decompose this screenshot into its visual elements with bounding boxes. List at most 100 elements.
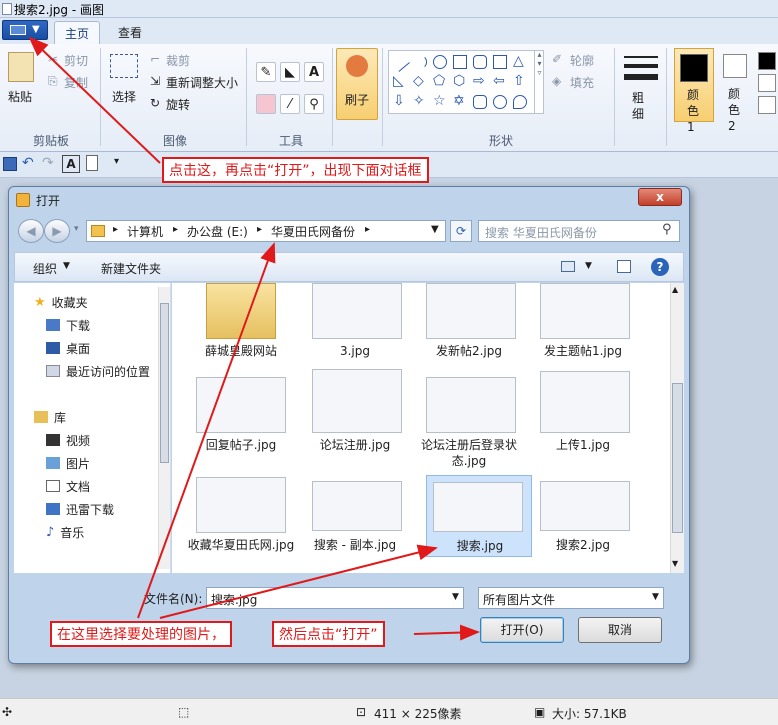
file-item[interactable]: 发主题帖1.jpg	[528, 283, 640, 361]
eraser-icon[interactable]	[256, 94, 276, 114]
scroll-up-icon[interactable]: ▲	[672, 285, 678, 294]
scroll-down-icon[interactable]: ▼	[672, 559, 678, 568]
nav-thunder[interactable]: 迅雷下载	[46, 498, 114, 520]
paste-button[interactable]: 粘贴	[8, 88, 32, 105]
tab-home[interactable]: 主页	[54, 21, 101, 44]
nav-documents[interactable]: 文档	[46, 475, 90, 497]
shapes-scroll[interactable]: ▴ ▾ ▿	[534, 50, 544, 114]
left-arrow-shape-icon[interactable]: ⇦	[493, 74, 507, 89]
view-icon[interactable]	[561, 261, 575, 272]
magnifier-icon[interactable]: ⚲	[304, 94, 324, 114]
right-arrow-shape-icon[interactable]: ⇨	[473, 74, 487, 89]
nav-pictures[interactable]: 图片	[46, 452, 90, 474]
color1-button[interactable]: 颜色 1	[674, 48, 714, 134]
size-button[interactable]: 粗细	[632, 90, 646, 122]
file-item[interactable]: 回复帖子.jpg	[186, 377, 298, 457]
customize-qat-icon[interactable]: ▾	[114, 156, 119, 167]
organize-button[interactable]: 组织	[33, 260, 57, 277]
rounded-rect-shape-icon[interactable]	[473, 55, 487, 69]
palette-swatch-empty[interactable]	[758, 96, 776, 114]
crop-button[interactable]: 裁剪	[166, 52, 190, 69]
callout-cloud-shape-icon[interactable]	[513, 95, 527, 109]
breadcrumb-folder[interactable]: 华夏田氏网备份	[271, 223, 355, 240]
redo-icon[interactable]: ↷	[42, 155, 54, 171]
line-shape-icon[interactable]	[390, 52, 410, 72]
file-item[interactable]: 发新帖2.jpg	[414, 283, 526, 361]
fill-button[interactable]: 填充	[570, 74, 594, 91]
resize-button[interactable]: 重新调整大小	[166, 74, 238, 91]
callout-rect-shape-icon[interactable]	[473, 95, 487, 109]
filename-input[interactable]: 搜索.jpg	[206, 587, 464, 609]
nav-downloads[interactable]: 下载	[46, 314, 90, 336]
polygon-shape-icon[interactable]	[493, 55, 507, 69]
search-input[interactable]: 搜索 华夏田氏网备份	[478, 220, 680, 242]
close-button[interactable]: x	[638, 188, 682, 206]
address-dropdown-icon[interactable]: ▼	[431, 224, 439, 235]
nav-music[interactable]: ♪ 音乐	[46, 521, 84, 543]
color2-button[interactable]: 颜色 2	[718, 48, 756, 133]
tab-view[interactable]: 查看	[108, 21, 152, 44]
select-button[interactable]: 选择	[112, 88, 136, 105]
nav-videos[interactable]: 视频	[46, 429, 90, 451]
preview-pane-icon[interactable]	[617, 260, 631, 273]
refresh-icon[interactable]: ⟳	[450, 220, 472, 242]
file-item-selected[interactable]: 搜索.jpg	[426, 475, 532, 557]
nav-favorites[interactable]: ★ 收藏夹	[34, 291, 88, 313]
file-item[interactable]: 3.jpg	[300, 283, 412, 361]
file-item[interactable]: 上传1.jpg	[528, 371, 640, 457]
search-icon[interactable]: ⚲	[662, 222, 672, 237]
view-dropdown-icon[interactable]: ▼	[585, 261, 592, 271]
file-list-scrollbar[interactable]: ▲ ▼	[670, 283, 684, 573]
breadcrumb-drive[interactable]: 办公盘 (E:)	[187, 223, 248, 240]
pencil-icon[interactable]: ✎	[256, 62, 276, 82]
scroll-thumb[interactable]	[672, 383, 683, 533]
file-item[interactable]: 薛城皇殿网站	[186, 283, 298, 361]
palette-swatch-black[interactable]	[758, 52, 776, 70]
rotate-button[interactable]: 旋转	[166, 96, 190, 113]
shapes-gallery[interactable]: △ ◺ ◇ ⬠ ⬡ ⇨ ⇦ ⇧ ⇩ ✧ ☆ ✡	[388, 50, 544, 114]
text-tool-icon[interactable]: A	[304, 62, 324, 82]
page-icon[interactable]	[86, 155, 98, 171]
file-item[interactable]: 论坛注册后登录状态.jpg	[414, 377, 526, 473]
down-arrow-shape-icon[interactable]: ⇩	[393, 94, 407, 109]
five-point-star-icon[interactable]: ☆	[433, 94, 447, 109]
curve-shape-icon[interactable]	[413, 55, 427, 69]
oval-shape-icon[interactable]	[433, 55, 447, 69]
forward-button[interactable]: ▶	[44, 219, 70, 243]
outline-button[interactable]: 轮廓	[570, 52, 594, 69]
nav-desktop[interactable]: 桌面	[46, 337, 90, 359]
color-picker-icon[interactable]: ⁄	[280, 94, 300, 114]
nav-scrollbar[interactable]	[158, 287, 170, 569]
six-point-star-icon[interactable]: ✡	[453, 94, 467, 109]
open-button[interactable]: 打开(O)	[480, 617, 564, 643]
copy-button[interactable]: 复制	[64, 74, 88, 91]
nav-libraries[interactable]: 库	[34, 406, 66, 428]
pentagon-shape-icon[interactable]: ⬠	[433, 74, 447, 89]
filetype-select[interactable]: 所有图片文件	[478, 587, 664, 609]
callout-oval-shape-icon[interactable]	[493, 95, 507, 109]
right-triangle-shape-icon[interactable]: ◺	[393, 74, 407, 89]
new-folder-button[interactable]: 新建文件夹	[101, 260, 161, 277]
paint-menu-button[interactable]: ▼	[2, 20, 48, 40]
file-item[interactable]: 搜索2.jpg	[528, 481, 640, 561]
file-item[interactable]: 论坛注册.jpg	[300, 369, 412, 457]
hexagon-shape-icon[interactable]: ⬡	[453, 74, 467, 89]
palette-swatch-white[interactable]	[758, 74, 776, 92]
file-item[interactable]: 搜索 - 副本.jpg	[300, 481, 412, 561]
triangle-shape-icon[interactable]: △	[513, 54, 527, 69]
address-bar[interactable]: ▸ 计算机 ▸ 办公盘 (E:) ▸ 华夏田氏网备份 ▸ ▼	[86, 220, 446, 242]
filename-dropdown-icon[interactable]: ▼	[452, 592, 459, 602]
nav-recent[interactable]: 最近访问的位置	[46, 360, 150, 382]
nav-scroll-thumb[interactable]	[160, 303, 169, 463]
recent-locations-icon[interactable]: ▾	[74, 224, 79, 234]
help-icon[interactable]: ?	[651, 258, 669, 276]
rectangle-shape-icon[interactable]	[453, 55, 467, 69]
back-button[interactable]: ◀	[18, 219, 44, 243]
fill-bucket-icon[interactable]: ◣	[280, 62, 300, 82]
diamond-shape-icon[interactable]: ◇	[413, 74, 427, 89]
breadcrumb-computer[interactable]: 计算机	[127, 223, 163, 240]
text-icon[interactable]: A	[62, 155, 80, 173]
up-arrow-shape-icon[interactable]: ⇧	[513, 74, 527, 89]
save-icon[interactable]	[3, 157, 17, 171]
cancel-button[interactable]: 取消	[578, 617, 662, 643]
